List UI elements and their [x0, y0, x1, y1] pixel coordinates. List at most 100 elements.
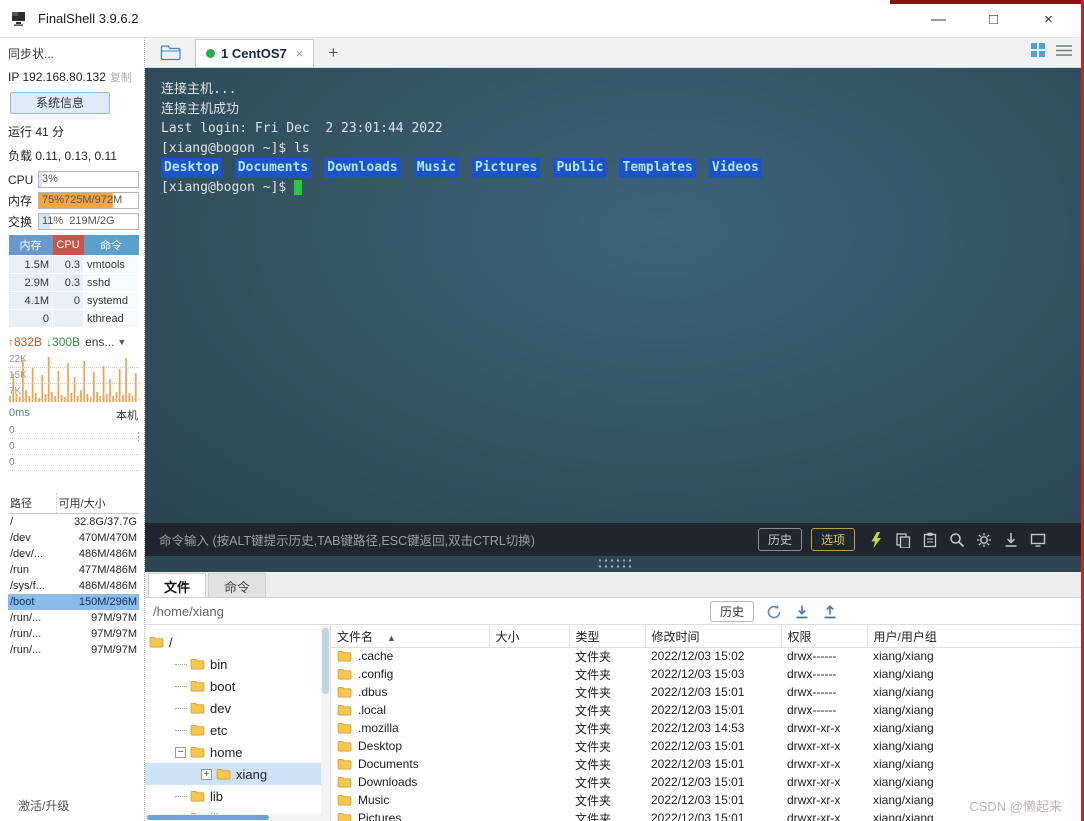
disk-col-header[interactable]: 路径 [8, 493, 57, 514]
process-row[interactable]: 4.1M 0 systemd [8, 291, 139, 310]
file-col-header[interactable]: 文件名 ▲ [331, 626, 490, 648]
file-col-header[interactable]: 类型 [569, 626, 646, 648]
command-input[interactable]: 命令输入 (按ALT键提示历史,TAB键路径,ESC键返回,双击CTRL切换) [159, 530, 749, 549]
tree-vertical-scrollbar[interactable] [321, 626, 330, 821]
copy-icon[interactable] [895, 532, 911, 548]
upload-file-icon[interactable] [822, 604, 838, 620]
disk-row[interactable]: /boot 150M/296M [8, 593, 139, 610]
tree-item-label: / [169, 634, 173, 650]
activate-upgrade-link[interactable]: 激活/升级 [18, 797, 69, 814]
tab-close-icon[interactable]: × [296, 46, 304, 61]
table-row[interactable]: Documents 文件夹 2022/12/03 15:01 drwxr-xr-x xi… [331, 755, 1084, 773]
tree-item-boot[interactable]: boot [145, 675, 321, 697]
path-input[interactable]: /home/xiang [153, 604, 224, 619]
maximize-button[interactable]: □ [966, 0, 1021, 38]
layout-grid-icon[interactable] [1031, 43, 1045, 62]
file-col-header[interactable]: 用户/用户组 [867, 626, 1084, 648]
scrollbar-thumb[interactable] [322, 628, 329, 694]
table-row[interactable]: Desktop 文件夹 2022/12/03 15:01 drwxr-xr-x xian… [331, 737, 1084, 755]
file-col-header[interactable]: 修改时间 [645, 626, 782, 648]
disk-row[interactable]: /32.8G/37.7G [8, 514, 139, 530]
download-file-icon[interactable] [794, 604, 810, 620]
file-panel-tab-files[interactable]: 文件 [148, 573, 207, 597]
network-stats[interactable]: ↑ 832B ↓ 300B ens... ▼ [8, 335, 139, 349]
process-row[interactable]: 0 kthread [8, 309, 139, 328]
disk-row[interactable]: /run/... 97M/97M [8, 626, 139, 642]
table-row[interactable]: Downloads 文件夹 2022/12/03 15:01 drwxr-xr-x xi… [331, 773, 1084, 791]
path-history-button[interactable]: 历史 [710, 601, 755, 622]
tree-item-bin[interactable]: bin [145, 653, 321, 675]
table-row[interactable]: .local 文件夹 2022/12/03 15:01 drwx------ xiang… [331, 701, 1084, 719]
ping-value-row: 0 [8, 423, 139, 439]
chevron-down-icon[interactable]: ▼ [117, 337, 126, 347]
tab-list-icon[interactable] [1056, 44, 1072, 62]
clipboard-icon[interactable] [922, 532, 938, 548]
process-col-header[interactable]: CPU [52, 235, 84, 256]
finalshell-window: FinalShell 3.9.6.2 — □ × 同步状... IP 192.1… [0, 0, 1084, 821]
disk-row[interactable]: /dev/... 486M/486M [8, 546, 139, 562]
tree-item-home[interactable]: − home [145, 741, 321, 763]
refresh-icon[interactable] [766, 604, 782, 620]
tree-item-etc[interactable]: etc [145, 719, 321, 741]
terminal[interactable]: 连接主机... 连接主机成功 Last login: Fri Dec 2 23:… [145, 68, 1084, 572]
tree-item-label: boot [210, 678, 236, 694]
terminal-prompt-line: [xiang@bogon ~]$ ls [161, 140, 310, 156]
file-col-header[interactable]: 大小 [489, 626, 570, 648]
system-info-button[interactable]: 系统信息 [10, 92, 110, 114]
disk-row[interactable]: /run/... 97M/97M [8, 610, 139, 626]
process-table[interactable]: 内存 CPU 命令 1.5M 0.3 vmtools 2.9M 0.3 sshd 4.1M 0 sy… [8, 235, 139, 328]
file-col-header[interactable]: 权限 [781, 626, 868, 648]
command-history-button[interactable]: 历史 [757, 528, 802, 551]
tree-item-[interactable]: / [145, 631, 321, 653]
tree-item-xiang[interactable]: + xiang [145, 763, 321, 785]
disk-col-header[interactable]: 可用/大小 [55, 493, 139, 514]
disk-row[interactable]: /run/... 97M/97M [8, 642, 139, 658]
table-row[interactable]: .mozilla 文件夹 2022/12/03 14:53 drwxr-xr-x xia… [331, 719, 1084, 737]
memory-meter: 75%725M/972M [38, 192, 139, 209]
expand-handle-icon[interactable]: + [201, 768, 212, 780]
tree-item-lib[interactable]: lib [145, 785, 321, 807]
process-col-header[interactable]: 命令 [83, 235, 139, 256]
memory-label: 内存 [8, 194, 33, 208]
ping-chart: 000 [8, 423, 139, 471]
minimize-button[interactable]: — [911, 0, 966, 38]
panel-splitter[interactable] [145, 556, 1084, 572]
uptime-text: 运行 41 分 [8, 125, 65, 139]
process-col-header[interactable]: 内存 [8, 235, 53, 256]
folder-icon [337, 794, 352, 806]
file-name: .dbus [358, 685, 388, 699]
close-button[interactable]: × [1021, 0, 1076, 38]
copy-ip-button[interactable]: 复制 [110, 72, 132, 84]
table-row[interactable]: .config 文件夹 2022/12/03 15:03 drwx------ xian… [331, 665, 1084, 683]
file-panel-tab-commands[interactable]: 命令 [208, 573, 267, 597]
download-rate: 300B [52, 335, 81, 349]
tree-item-label: dev [210, 700, 231, 716]
process-row[interactable]: 1.5M 0.3 vmtools [8, 255, 139, 274]
sidebar-resize-grip[interactable]: ⋮ [133, 430, 144, 443]
process-row[interactable]: 2.9M 0.3 sshd [8, 273, 139, 292]
download-icon[interactable] [1003, 532, 1019, 548]
interface-name[interactable]: ens... [85, 335, 114, 349]
tree-horizontal-scrollbar[interactable] [145, 814, 321, 821]
monitor-icon[interactable] [1030, 532, 1046, 548]
collapse-handle-icon[interactable]: − [175, 746, 186, 758]
table-row[interactable]: .cache 文件夹 2022/12/03 15:02 drwx------ xiang… [331, 647, 1084, 665]
file-panel-tabs: 文件 命令 [145, 572, 1084, 598]
file-table[interactable]: 文件名 ▲ 大小 类型 修改时间 权限 用户/用户组 .cache 文件夹 2022/12/03… [331, 626, 1084, 821]
scrollbar-thumb[interactable] [147, 815, 269, 820]
new-tab-button[interactable]: + [324, 43, 342, 63]
disk-row[interactable]: /dev 470M/470M [8, 530, 139, 546]
disk-table[interactable]: 路径 可用/大小 /32.8G/37.7G/dev 470M/470M/dev/..… [8, 493, 139, 658]
tree-item-dev[interactable]: dev [145, 697, 321, 719]
tab-centos7[interactable]: 1 CentOS7 × [195, 39, 315, 67]
disk-row[interactable]: /sys/f... 486M/486M [8, 578, 139, 594]
disk-row[interactable]: /run 477M/486M [8, 562, 139, 578]
folder-icon [337, 758, 352, 770]
connection-manager-button[interactable] [153, 39, 189, 65]
ls-entry: Templates [619, 158, 696, 178]
search-icon[interactable] [949, 532, 965, 548]
command-options-button[interactable]: 选项 [810, 528, 855, 551]
gear-icon[interactable] [976, 532, 992, 548]
table-row[interactable]: .dbus 文件夹 2022/12/03 15:01 drwx------ xiang/… [331, 683, 1084, 701]
lightning-icon[interactable] [868, 531, 884, 548]
